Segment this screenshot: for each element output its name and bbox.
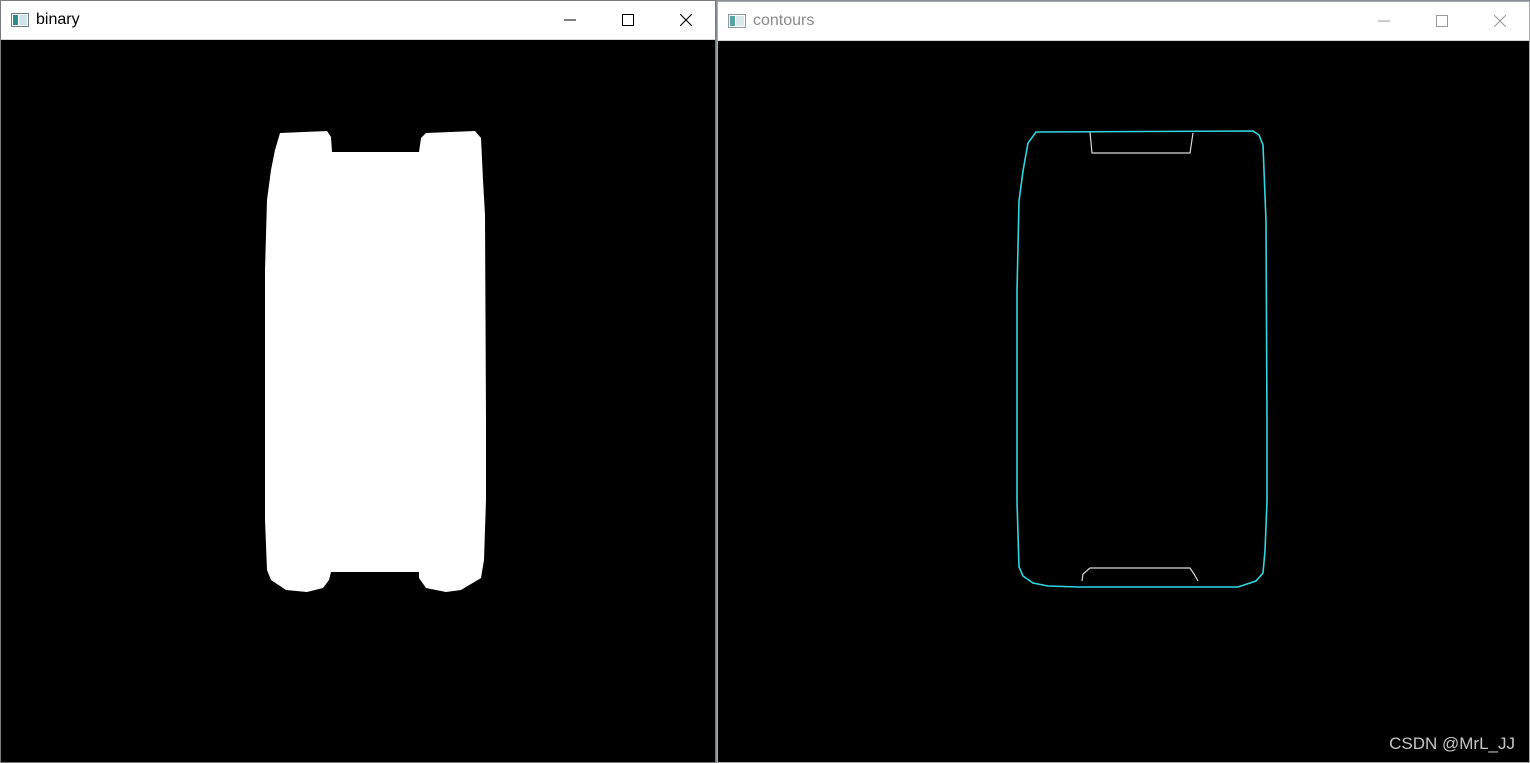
binary-window: binary <box>0 0 716 763</box>
close-icon <box>1494 15 1506 27</box>
contours-titlebar[interactable]: contours <box>718 2 1529 41</box>
contours-minimize-button[interactable] <box>1355 2 1413 40</box>
binary-minimize-button[interactable] <box>541 1 599 39</box>
contours-drawing-image <box>1016 130 1268 588</box>
binary-window-controls <box>541 1 715 39</box>
watermark-text: CSDN @MrL_JJ <box>1389 734 1515 753</box>
minimize-icon <box>564 14 576 26</box>
binary-window-title: binary <box>36 11 80 28</box>
opencv-window-icon <box>728 14 746 28</box>
inner-contour <box>1081 131 1199 582</box>
contours-image-canvas: CSDN @MrL_JJ <box>718 41 1529 762</box>
binary-maximize-button[interactable] <box>599 1 657 39</box>
close-icon <box>680 14 692 26</box>
minimize-icon <box>1378 15 1390 27</box>
maximize-icon <box>622 14 634 26</box>
contours-maximize-button[interactable] <box>1413 2 1471 40</box>
binary-image-canvas <box>1 40 715 762</box>
contours-window-title: contours <box>753 12 815 29</box>
binary-foreground-blob <box>265 131 486 592</box>
opencv-window-icon <box>11 13 29 27</box>
outer-contour <box>1016 130 1268 588</box>
binary-close-button[interactable] <box>657 1 715 39</box>
binary-mask-image <box>265 131 486 592</box>
binary-titlebar[interactable]: binary <box>1 1 715 40</box>
contours-window-controls <box>1355 2 1529 40</box>
contours-close-button[interactable] <box>1471 2 1529 40</box>
contours-window: contours CSDN @MrL_JJ <box>717 1 1530 763</box>
maximize-icon <box>1436 15 1448 27</box>
